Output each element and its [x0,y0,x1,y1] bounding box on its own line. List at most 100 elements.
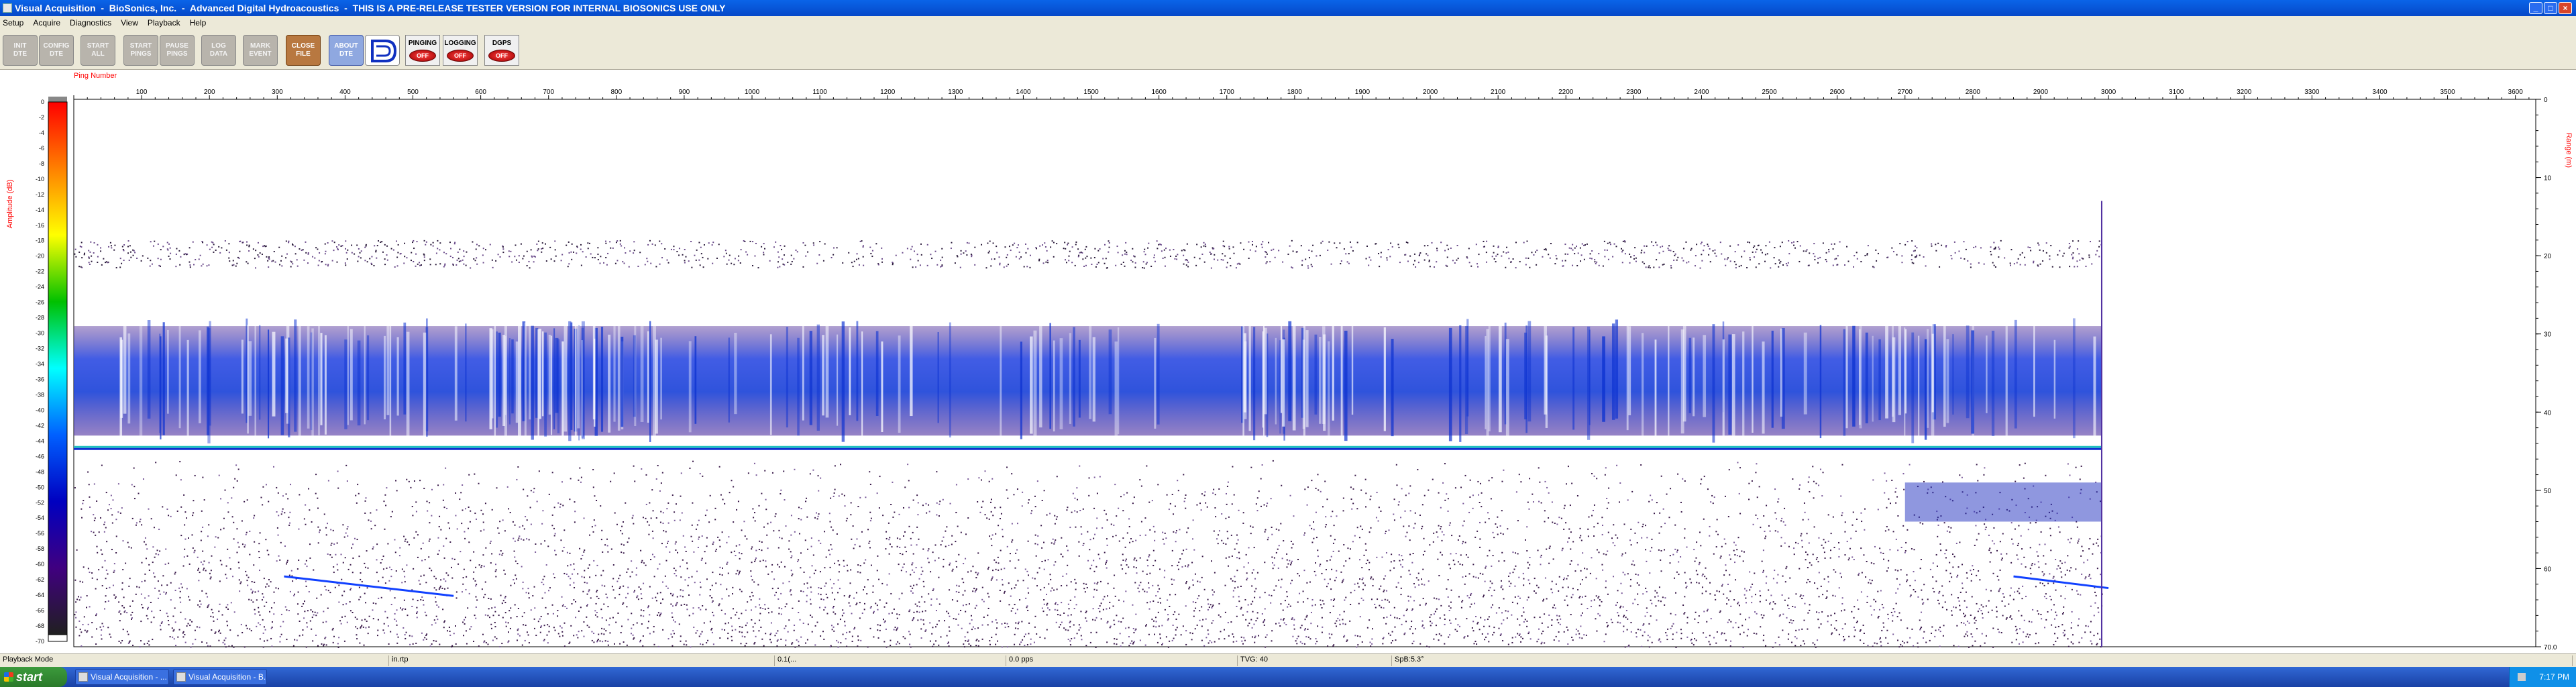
bottom-echo-blue [74,447,2102,450]
pause-pings-button[interactable]: PAUSE PINGS [160,35,195,66]
menu-help[interactable]: Help [190,18,207,28]
amplitude-tick-label: -2 [39,114,44,121]
ping-tick-label: 1900 [1355,89,1371,96]
amplitude-color-scale[interactable] [48,101,68,635]
taskbar-item-label: Visual Acquisition - ... [91,672,167,682]
scale-white-cap [48,634,68,642]
menu-acquire[interactable]: Acquire [33,18,60,28]
taskbar-item[interactable]: Visual Acquisition - B... [173,669,267,685]
amplitude-tick-label: -6 [39,145,44,152]
status-ping-rate: 0.0 pps [1006,655,1238,666]
logging-indicator: LOGGING OFF [443,35,478,66]
status-file: in.rtp [389,655,775,666]
amplitude-tick-label: -26 [36,299,44,306]
ping-tick-label: 1500 [1083,89,1099,96]
start-all-button[interactable]: START ALL [80,35,115,66]
menu-diagnostics[interactable]: Diagnostics [70,18,111,28]
ping-tick-label: 2600 [1830,89,1845,96]
button-label: ABOUT [334,42,358,50]
amplitude-tick-label: -68 [36,623,44,629]
log-data-button[interactable]: LOG DATA [201,35,236,66]
ping-tick-label: 3100 [2169,89,2184,96]
clock: 7:17 PM [2539,672,2569,682]
maximize-button[interactable]: □ [2544,2,2557,14]
about-dte-button[interactable]: ABOUT DTE [329,35,364,66]
menu-setup[interactable]: Setup [3,18,23,28]
indicator-label: DGPS [492,40,512,47]
amplitude-tick-label: -48 [36,468,44,475]
secondary-layer [1904,482,2102,522]
minimize-button[interactable]: _ [2529,2,2542,14]
ping-tick-label: 3500 [2440,89,2455,96]
amplitude-tick-label: -36 [36,376,44,382]
biosonics-logo-icon [365,35,400,66]
amplitude-tick-label: -22 [36,268,44,275]
config-dte-button[interactable]: CONFIG DTE [39,35,74,66]
ping-tick-label: 2500 [1762,89,1777,96]
range-tick-label: 60 [2544,566,2552,573]
range-tick-label: 50 [2544,488,2552,495]
amplitude-tick-label: -62 [36,576,44,583]
ping-tick-label: 1000 [745,89,760,96]
amplitude-tick-label: -10 [36,176,44,182]
taskbar-item-label: Visual Acquisition - B... [189,672,267,682]
amplitude-tick-label: -8 [39,160,44,167]
indicator-led: OFF [409,50,436,62]
init-dte-button[interactable]: INIT DTE [3,35,38,66]
button-label: INIT [13,42,27,50]
button-label: MARK [250,42,270,50]
amplitude-tick-label: -30 [36,330,44,337]
ping-tick-label: 2700 [1898,89,1913,96]
scale-cap [48,97,67,102]
ping-tick-label: 3000 [2101,89,2116,96]
close-window-button[interactable]: × [2559,2,2572,14]
range-axis-title: Range (m) [2565,133,2573,168]
amplitude-axis-title: Amplitude (dB) [6,180,14,229]
ping-tick-label: 800 [610,89,622,96]
amplitude-tick-label: -32 [36,346,44,352]
ping-tick-label: 700 [543,89,554,96]
pinging-indicator: PINGING OFF [405,35,440,66]
ping-tick-label: 3400 [2372,89,2387,96]
button-label: DTE [13,50,27,58]
button-label: START [129,42,152,50]
ping-tick-label: 3600 [2508,89,2524,96]
ping-tick-label: 2000 [1423,89,1438,96]
start-button[interactable]: start [0,667,67,687]
button-label: LOG [211,42,226,50]
amplitude-tick-label: -50 [36,484,44,490]
button-label: PAUSE [166,42,189,50]
echogram-panel: 0 -2 -4 -6 -8 -10 -12 -14 -16 -18 -20 -22 -24 -26 -28 -… [0,70,2576,653]
mark-event-button[interactable]: MARK EVENT [243,35,278,66]
amplitude-tick-label: -64 [36,592,44,598]
indicator-label: LOGGING [444,40,476,47]
range-tick-label: 20 [2544,253,2552,260]
amplitude-tick-label: -54 [36,515,44,521]
status-spb: SpB:5.3° [1392,655,2573,666]
amplitude-tick-label: -28 [36,315,44,321]
button-label: PINGS [130,50,152,58]
dgps-indicator: DGPS OFF [484,35,519,66]
button-label: CLOSE [291,42,315,50]
button-label: DTE [50,50,63,58]
ping-tick-label: 100 [136,89,148,96]
system-tray: 7:17 PM [2509,667,2576,687]
start-pings-button[interactable]: START PINGS [123,35,158,66]
amplitude-tick-label: -16 [36,222,44,229]
status-field-3: 0.1(... [775,655,1006,666]
taskbar-item[interactable]: Visual Acquisition - ... [75,669,169,685]
amplitude-tick-label: -34 [36,361,44,368]
ping-tick-label: 2800 [1966,89,1981,96]
close-file-button[interactable]: CLOSE FILE [286,35,321,66]
range-tick-label: 40 [2544,409,2552,417]
ping-tick-label: 200 [204,89,215,96]
network-icon[interactable] [2518,673,2526,681]
amplitude-tick-label: -58 [36,545,44,552]
ping-tick-label: 3200 [2237,89,2252,96]
amplitude-tick-label: -40 [36,407,44,413]
range-tick-label: 30 [2544,331,2552,339]
menu-playback[interactable]: Playback [148,18,180,28]
menu-view[interactable]: View [121,18,138,28]
ping-tick-label: 1800 [1287,89,1303,96]
window-title-bar[interactable]: Visual Acquisition - BioSonics, Inc. - A… [0,0,2576,16]
